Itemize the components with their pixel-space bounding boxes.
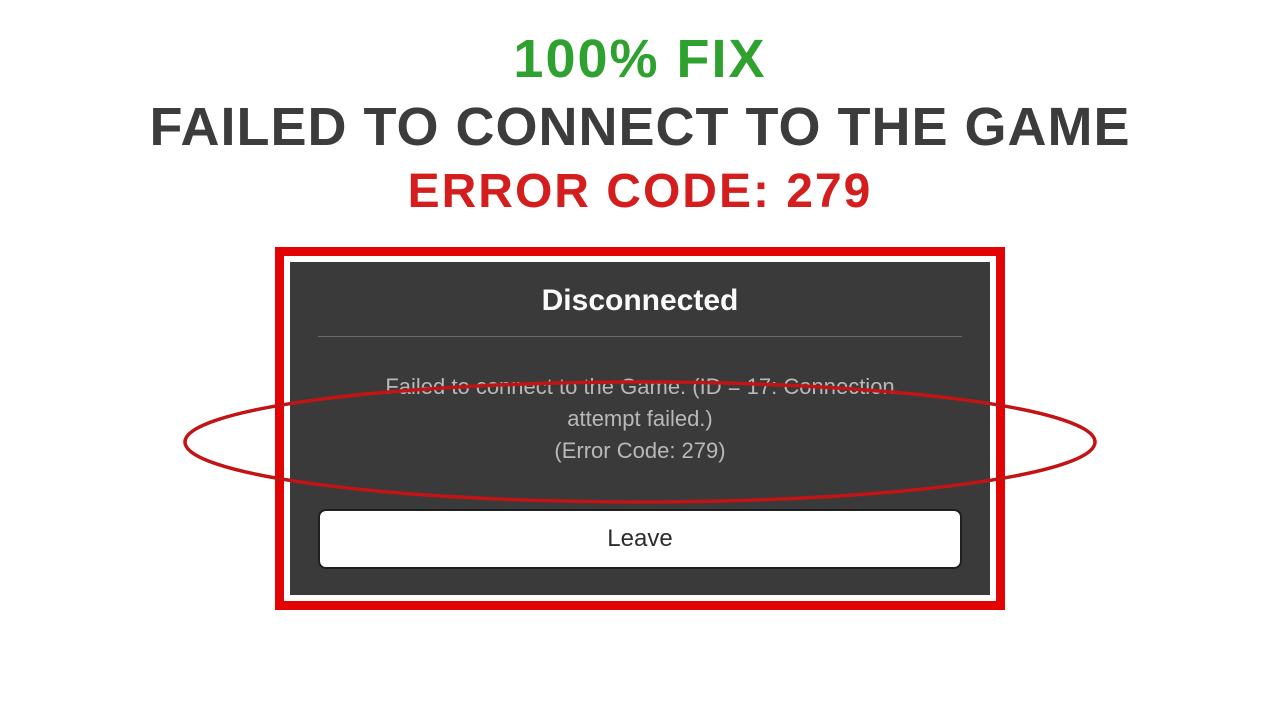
dialog-title: Disconnected: [318, 284, 962, 337]
heading-failed: FAILED TO CONNECT TO THE GAME: [149, 96, 1130, 158]
dialog-body: Failed to connect to the Game. (ID = 17:…: [318, 337, 962, 509]
dialog-body-line3: (Error Code: 279): [554, 438, 725, 463]
dialog-body-line2: attempt failed.): [567, 406, 713, 431]
leave-button[interactable]: Leave: [318, 509, 962, 569]
heading-error: ERROR CODE: 279: [149, 164, 1130, 219]
thumbnail-headings: 100% FIX FAILED TO CONNECT TO THE GAME E…: [149, 28, 1130, 219]
heading-fix: 100% FIX: [149, 28, 1130, 90]
dialog-body-line1: Failed to connect to the Game. (ID = 17:…: [385, 374, 894, 399]
dialog-wrapper: Disconnected Failed to connect to the Ga…: [275, 247, 1005, 610]
highlight-border: Disconnected Failed to connect to the Ga…: [275, 247, 1005, 610]
disconnect-dialog: Disconnected Failed to connect to the Ga…: [290, 262, 990, 595]
